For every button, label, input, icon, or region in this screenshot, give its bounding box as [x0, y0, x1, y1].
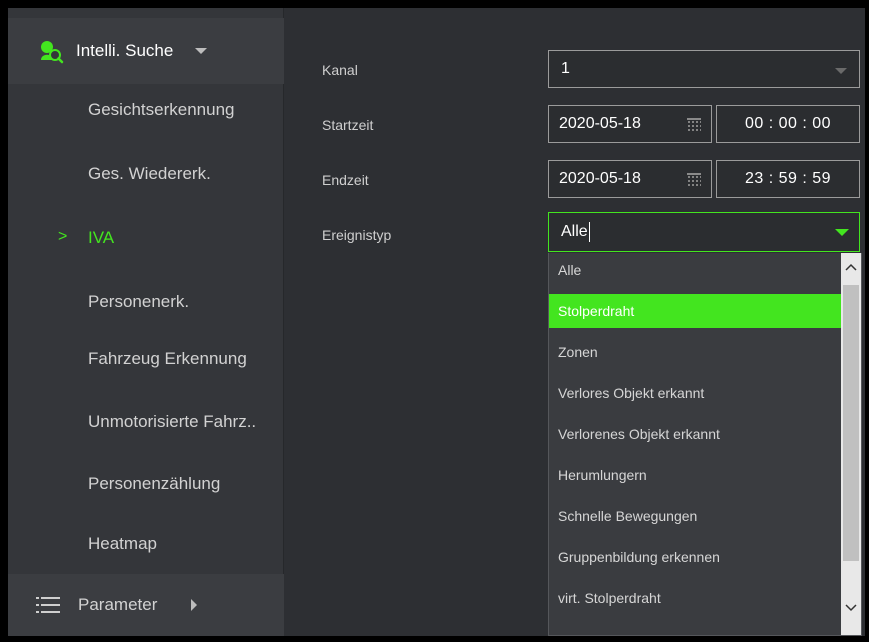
startzeit-label: Startzeit	[322, 117, 374, 133]
option-label: Verlores Objekt erkannt	[558, 385, 705, 401]
chevron-down-icon	[835, 68, 847, 74]
sidebar-item-label: Gesichtserkennung	[88, 100, 235, 119]
chevron-down-icon	[835, 229, 849, 236]
app-window: Intelli. Suche Gesichtserkennung Ges. Wi…	[8, 8, 865, 636]
dropdown-option-gruppenbildung[interactable]: Gruppenbildung erkennen	[549, 540, 841, 574]
sidebar-item-ges-wiedererk[interactable]: Ges. Wiedererk.	[8, 154, 284, 194]
sidebar-footer-label: Parameter	[78, 595, 158, 614]
option-label: Alle	[558, 262, 582, 278]
dropdown-option-verlores-objekt[interactable]: Verlores Objekt erkannt	[549, 376, 841, 410]
option-label: Zonen	[558, 344, 598, 360]
sidebar-item-gesichtserkennung[interactable]: Gesichtserkennung	[8, 90, 284, 130]
option-label: virt. Stolperdraht	[558, 590, 661, 606]
dropdown-scrollbar[interactable]	[841, 253, 861, 635]
dropdown-option-alle[interactable]: Alle	[549, 253, 841, 287]
end-date-value: 2020-05-18	[559, 170, 641, 187]
intelli-search-icon	[38, 38, 64, 64]
sidebar-item-label: Personenerk.	[88, 292, 190, 311]
chevron-down-icon	[195, 48, 208, 54]
start-time-value: 00 : 00 : 00	[744, 115, 832, 132]
option-label: Verlorenes Objekt erkannt	[558, 426, 720, 442]
option-label: Gruppenbildung erkennen	[558, 549, 720, 565]
sidebar-header-label: Intelli. Suche	[76, 41, 174, 60]
list-icon	[36, 596, 60, 614]
ereignistyp-dropdown[interactable]: Alle Stolperdraht Zonen Verlores Objekt …	[548, 253, 862, 636]
ereignistyp-label: Ereignistyp	[322, 227, 392, 243]
text-cursor	[588, 222, 590, 242]
sidebar: Intelli. Suche Gesichtserkennung Ges. Wi…	[8, 8, 284, 636]
calendar-icon[interactable]	[687, 173, 701, 186]
option-label: Stolperdraht	[558, 303, 635, 319]
sidebar-item-label: Unmotorisierte Fahrz..	[88, 412, 257, 431]
sidebar-item-label: Ges. Wiedererk.	[88, 164, 211, 183]
sidebar-item-personenzaehlung[interactable]: Personenzählung	[8, 464, 284, 504]
kanal-select[interactable]: 1	[548, 50, 860, 88]
start-time-field[interactable]: 00 : 00 : 00	[716, 105, 860, 143]
end-date-field[interactable]: 2020-05-18	[548, 160, 712, 198]
ereignistyp-value: Alle	[561, 223, 588, 240]
scroll-down-icon[interactable]	[841, 594, 861, 622]
dropdown-option-herumlungern[interactable]: Herumlungern	[549, 458, 841, 492]
start-date-value: 2020-05-18	[559, 115, 641, 132]
sidebar-item-label: Heatmap	[88, 534, 157, 553]
option-label: Schnelle Bewegungen	[558, 508, 698, 524]
scrollbar-thumb[interactable]	[843, 285, 859, 561]
sidebar-item-label: Personenzählung	[88, 474, 221, 493]
chevron-right-icon: >	[58, 228, 68, 245]
dropdown-option-schnelle-bewegungen[interactable]: Schnelle Bewegungen	[549, 499, 841, 533]
kanal-label: Kanal	[322, 62, 358, 78]
dropdown-option-virt-stolperdraht[interactable]: virt. Stolperdraht	[549, 581, 841, 615]
endzeit-label: Endzeit	[322, 172, 369, 188]
sidebar-header-intelli-suche[interactable]: Intelli. Suche	[8, 18, 284, 84]
sidebar-item-label: Fahrzeug Erkennung	[88, 349, 247, 368]
dropdown-option-zonen[interactable]: Zonen	[549, 335, 841, 369]
dropdown-option-verlorenes-objekt[interactable]: Verlorenes Objekt erkannt	[549, 417, 841, 451]
sidebar-item-label: IVA	[88, 228, 115, 247]
calendar-icon[interactable]	[687, 118, 701, 131]
chevron-right-icon	[191, 599, 198, 611]
ereignistyp-select[interactable]: Alle	[548, 212, 860, 252]
end-time-value: 23 : 59 : 59	[744, 170, 832, 187]
kanal-value: 1	[561, 60, 570, 77]
sidebar-item-personenerk[interactable]: Personenerk.	[8, 282, 284, 322]
option-label: Herumlungern	[558, 467, 647, 483]
sidebar-item-fahrzeug-erkennung[interactable]: Fahrzeug Erkennung	[8, 339, 284, 379]
sidebar-item-unmotorisierte-fahrz[interactable]: Unmotorisierte Fahrz..	[8, 402, 284, 442]
sidebar-item-iva[interactable]: > IVA	[8, 218, 284, 258]
start-date-field[interactable]: 2020-05-18	[548, 105, 712, 143]
sidebar-item-heatmap[interactable]: Heatmap	[8, 524, 284, 564]
scroll-up-icon[interactable]	[841, 253, 861, 281]
sidebar-footer-parameter[interactable]: Parameter	[8, 574, 284, 636]
end-time-field[interactable]: 23 : 59 : 59	[716, 160, 860, 198]
dropdown-option-stolperdraht[interactable]: Stolperdraht	[549, 294, 841, 328]
